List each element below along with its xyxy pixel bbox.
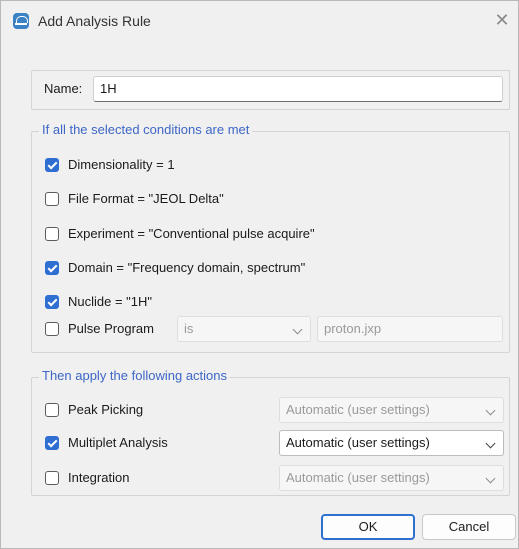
peak-picking-checkbox[interactable]	[45, 403, 59, 417]
add-analysis-rule-dialog: Add Analysis Rule ✕ Name: 1H If all the …	[0, 0, 519, 549]
actions-legend: Then apply the following actions	[39, 368, 231, 383]
dimensionality-checkbox[interactable]	[45, 158, 59, 172]
conditions-legend: If all the selected conditions are met	[39, 122, 253, 137]
experiment-checkbox[interactable]	[45, 227, 59, 241]
domain-label: Domain = "Frequency domain, spectrum"	[68, 260, 306, 275]
multiplet-analysis-label: Multiplet Analysis	[68, 435, 168, 450]
integration-select-value: Automatic (user settings)	[286, 470, 430, 485]
cancel-button[interactable]: Cancel	[422, 514, 516, 540]
experiment-label: Experiment = "Conventional pulse acquire…	[68, 226, 315, 241]
chevron-down-icon	[292, 324, 303, 335]
multiplet-analysis-select[interactable]: Automatic (user settings)	[279, 430, 504, 456]
domain-checkbox[interactable]	[45, 261, 59, 275]
peak-picking-select[interactable]: Automatic (user settings)	[279, 397, 504, 423]
pulse-program-label: Pulse Program	[68, 321, 154, 336]
chevron-down-icon	[485, 473, 496, 484]
multiplet-analysis-select-value: Automatic (user settings)	[286, 435, 430, 450]
file-format-label: File Format = "JEOL Delta"	[68, 191, 224, 206]
app-icon	[13, 13, 29, 29]
nuclide-checkbox[interactable]	[45, 295, 59, 309]
close-icon[interactable]: ✕	[489, 8, 515, 34]
pulse-program-checkbox[interactable]	[45, 322, 59, 336]
pulse-program-operator-value: is	[184, 321, 194, 336]
peak-picking-select-value: Automatic (user settings)	[286, 402, 430, 417]
ok-button[interactable]: OK	[321, 514, 415, 540]
window-title: Add Analysis Rule	[38, 13, 151, 29]
file-format-checkbox[interactable]	[45, 192, 59, 206]
integration-select[interactable]: Automatic (user settings)	[279, 465, 504, 491]
peak-picking-label: Peak Picking	[68, 402, 144, 417]
multiplet-analysis-checkbox[interactable]	[45, 436, 59, 450]
title-bar: Add Analysis Rule ✕	[1, 1, 518, 41]
chevron-down-icon	[485, 405, 496, 416]
integration-checkbox[interactable]	[45, 471, 59, 485]
dimensionality-label: Dimensionality = 1	[68, 157, 175, 172]
nuclide-label: Nuclide = "1H"	[68, 294, 153, 309]
pulse-program-value-field[interactable]: proton.jxp	[317, 316, 503, 342]
pulse-program-operator-select[interactable]: is	[177, 316, 311, 342]
chevron-down-icon	[485, 438, 496, 449]
integration-label: Integration	[68, 470, 130, 485]
name-input[interactable]: 1H	[93, 76, 503, 102]
name-label: Name:	[44, 81, 83, 96]
